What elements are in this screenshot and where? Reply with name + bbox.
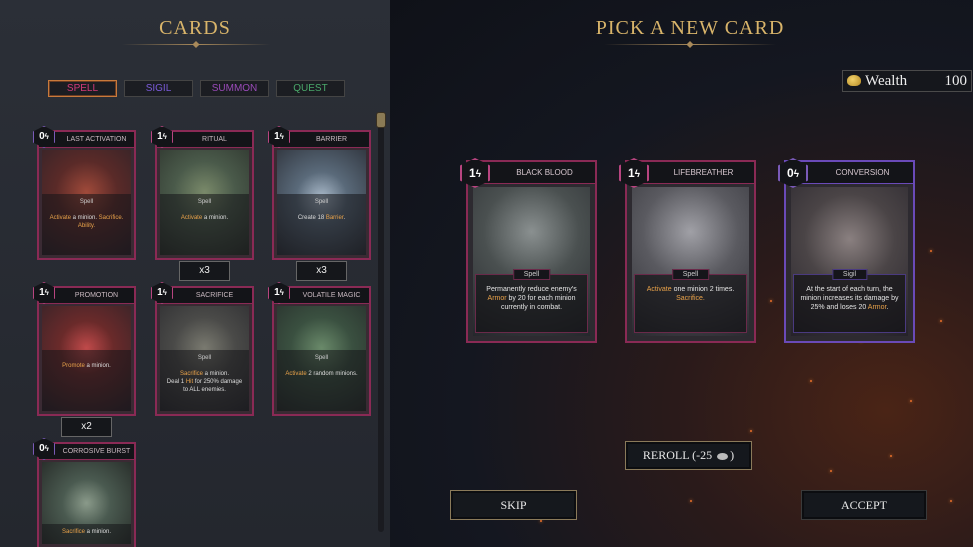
card-description: Spell Permanently reduce enemy's Armor b… <box>475 269 588 333</box>
ember-particle <box>830 470 832 472</box>
card-description: Spell Create 18 Barrier. <box>277 194 366 255</box>
collection-card-last-activation[interactable]: LAST ACTIVATION 0ϟ Spell Activate a mini… <box>33 126 136 260</box>
card-description: Sacrifice a minion. <box>42 524 131 544</box>
card-description: Spell Sacrifice a minion. Deal 1 Hit for … <box>160 350 249 411</box>
scrollbar-thumb[interactable] <box>376 112 386 128</box>
card-type: Spell <box>197 355 212 361</box>
card-description: Promote a minion. <box>42 350 131 411</box>
card-type: Sigil <box>831 269 868 280</box>
card-type: Spell <box>79 199 94 205</box>
ember-particle <box>770 300 772 302</box>
card-count-badge: x2 <box>61 417 112 437</box>
collection-title: CARDS <box>159 17 231 39</box>
reroll-label: REROLL (-25 <box>642 448 713 462</box>
card-description: Spell Activate a minion. <box>160 194 249 255</box>
collection-card-ritual[interactable]: RITUAL 1ϟ Spell Activate a minion. <box>151 126 254 260</box>
card-type: Spell <box>512 269 551 280</box>
card-effect: Activate 2 random minions. <box>285 371 358 377</box>
card-type: Spell <box>197 199 212 205</box>
reroll-suffix: ) <box>730 448 735 462</box>
ember-particle <box>540 520 542 522</box>
card-effect: Activate a minion. Sacrifice. Ability. <box>49 215 124 229</box>
card-effect: Permanently reduce enemy's Armor by 20 f… <box>486 286 577 311</box>
collection-card-barrier[interactable]: BARRIER 1ϟ Spell Create 18 Barrier. <box>268 126 371 260</box>
wealth-value: 100 <box>944 73 968 89</box>
title-divider <box>604 44 776 45</box>
card-type: Spell <box>314 199 329 205</box>
collection-scrollbar[interactable] <box>376 112 386 532</box>
card-effect: At the start of each turn, the minion in… <box>800 286 899 311</box>
collection-card-volatile-magic[interactable]: VOLATILE MAGIC 1ϟ Spell Activate 2 rando… <box>268 282 371 416</box>
collection-card-corrosive-burst[interactable]: CORROSIVE BURST 0ϟ Sacrifice a minion. <box>33 438 136 547</box>
coin-pile-icon <box>847 75 861 86</box>
card-effect: Activate a minion. <box>180 215 229 221</box>
collection-card-sacrifice[interactable]: SACRIFICE 1ϟ Spell Sacrifice a minion. De… <box>151 282 254 416</box>
wealth-label: Wealth <box>865 73 908 89</box>
title-divider <box>122 44 270 45</box>
filter-tab-summon[interactable]: SUMMON <box>200 80 269 97</box>
card-count-badge: x3 <box>179 261 230 281</box>
ember-particle <box>810 380 812 382</box>
card-effect: Create 18 Barrier. <box>297 215 346 221</box>
card-type: Spell <box>314 355 329 361</box>
reroll-button[interactable]: REROLL (-25 ) <box>625 441 752 470</box>
card-count-badge: x3 <box>296 261 347 281</box>
collection-card-promotion[interactable]: PROMOTION 1ϟ Promote a minion. <box>33 282 136 416</box>
card-description: Sigil At the start of each turn, the min… <box>793 269 906 333</box>
card-effect: Sacrifice a minion. Deal 1 Hit for 250% d… <box>166 371 243 393</box>
offer-card-conversion[interactable]: CONVERSION 0ϟ Sigil At the start of each… <box>778 158 915 343</box>
accept-button[interactable]: ACCEPT <box>801 490 927 520</box>
ember-particle <box>750 430 752 432</box>
card-collection-panel: CARDS SPELL SIGIL SUMMON QUEST LAST ACTI… <box>0 0 390 547</box>
filter-tab-quest[interactable]: QUEST <box>276 80 345 97</box>
card-type: Spell <box>671 269 710 280</box>
ember-particle <box>950 500 952 502</box>
ember-particle <box>690 500 692 502</box>
offer-card-black-blood[interactable]: BLACK BLOOD 1ϟ Spell Permanently reduce … <box>460 158 597 343</box>
ember-particle <box>910 400 912 402</box>
pick-card-title: PICK A NEW CARD <box>595 17 785 39</box>
filter-tab-sigil[interactable]: SIGIL <box>124 80 193 97</box>
ember-particle <box>940 320 942 322</box>
card-description: Spell Activate one minion 2 times. Sacrif… <box>634 269 747 333</box>
skip-button[interactable]: SKIP <box>450 490 577 520</box>
coin-icon <box>717 452 729 460</box>
card-description: Spell Activate 2 random minions. <box>277 350 366 411</box>
ember-particle <box>890 455 892 457</box>
card-effect: Sacrifice a minion. <box>61 529 112 535</box>
card-description: Spell Activate a minion. Sacrifice. Abil… <box>42 194 131 255</box>
card-effect: Promote a minion. <box>62 363 111 369</box>
card-effect: Activate one minion 2 times. Sacrifice. <box>646 286 735 302</box>
wealth-display: Wealth 100 <box>842 70 972 92</box>
ember-particle <box>930 250 932 252</box>
offer-card-lifebreather[interactable]: LIFEBREATHER 1ϟ Spell Activate one minio… <box>619 158 756 343</box>
filter-tab-spell[interactable]: SPELL <box>48 80 117 97</box>
